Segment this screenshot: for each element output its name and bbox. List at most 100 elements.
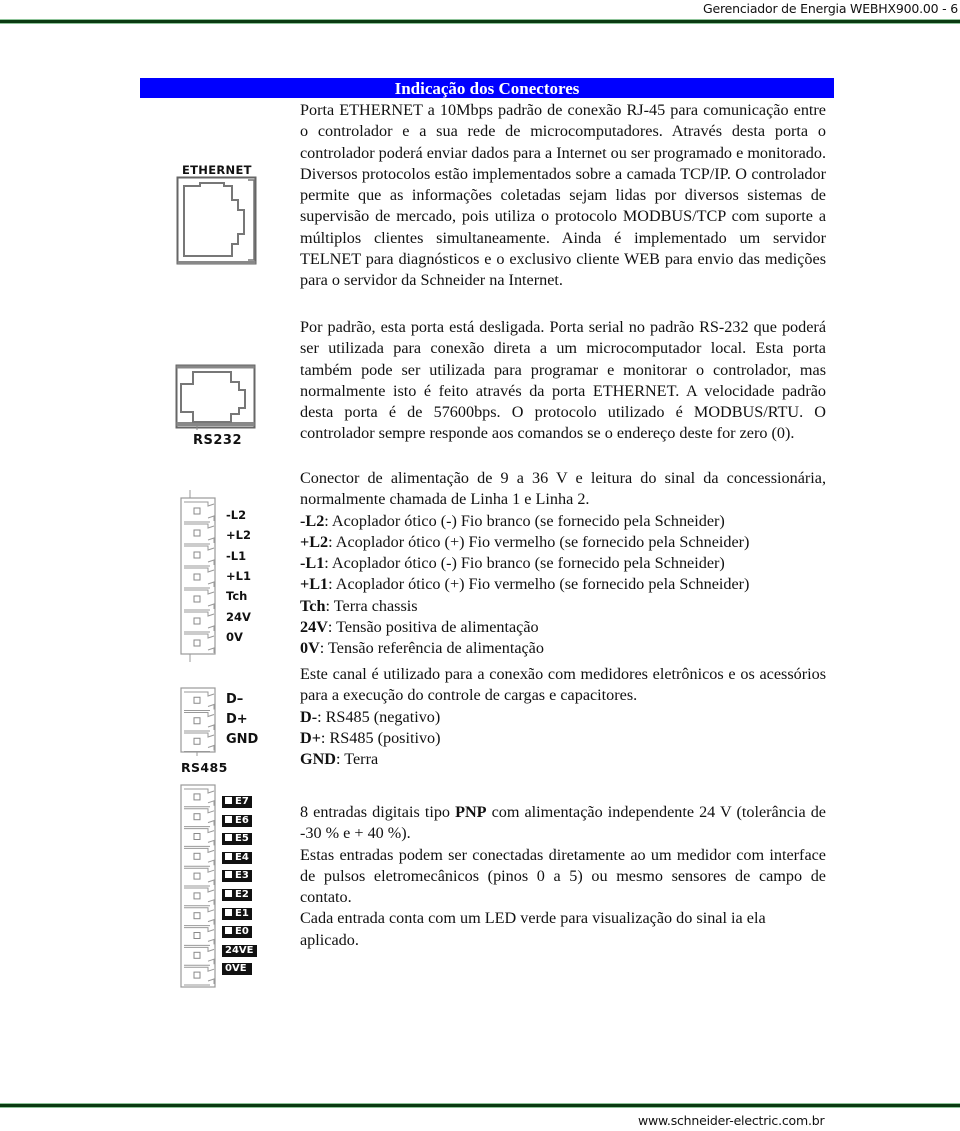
text-span: 8 entradas digitais tipo	[300, 803, 456, 821]
connector-pin-label: 24V	[226, 609, 251, 624]
screw-terminal	[193, 912, 201, 920]
screw-terminal	[193, 833, 201, 840]
led-indicator-icon	[225, 852, 232, 860]
screw-terminal	[193, 529, 201, 537]
connector-pin-label: 0V	[226, 629, 243, 644]
footer-url[interactable]: www.schneider-electric.com.br	[638, 1113, 825, 1128]
screw-terminal	[193, 617, 201, 625]
screw-terminal	[193, 813, 201, 821]
pin-row: +L1: Acoplador ótico (+) Fio vermelho (s…	[300, 574, 826, 595]
connector-pin-label: E7	[222, 796, 252, 808]
connector-pin-label: D–	[226, 692, 244, 707]
ethernet-paragraph: Porta ETHERNET a 10Mbps padrão de conexã…	[300, 101, 826, 290]
terminal-block-7-icon	[180, 490, 216, 662]
pin-name: D-	[300, 707, 318, 726]
pnp-bold: PNP	[455, 803, 487, 821]
connector-pin-label: E2	[222, 889, 252, 901]
pin-row: +L2: Acoplador ótico (+) Fio vermelho (s…	[300, 532, 826, 553]
ethernet-default-off: Por padrão, esta porta está desligada.	[300, 318, 545, 336]
rs232-port-icon	[175, 364, 256, 430]
rs485-figure-title: RS485	[181, 760, 228, 775]
screw-terminal	[193, 639, 201, 647]
screw-terminal	[193, 551, 201, 559]
ethernet-figure-label: ETHERNET	[182, 163, 252, 177]
pin-desc: : Acoplador ótico (+) Fio vermelho (se f…	[328, 532, 750, 551]
led-indicator-icon	[225, 908, 232, 916]
pin-row: GND: Terra	[300, 749, 826, 770]
rs232-paragraph: Por padrão, esta porta está desligada. P…	[300, 317, 826, 445]
connector-pin-label: E4	[222, 851, 252, 864]
digital-inputs-para2: Estas entradas podem ser conectadas dire…	[300, 845, 826, 907]
power-description: Conector de alimentação de 9 a 36 V e le…	[300, 468, 826, 660]
connector-pin-label: +L1	[226, 568, 251, 583]
pin-name: 24V	[300, 618, 328, 637]
pin-name: -L2	[300, 511, 325, 530]
pin-desc: : Acoplador ótico (-) Fio branco (se for…	[324, 511, 725, 530]
digital-inputs-para1: 8 entradas digitais tipo PNP com aliment…	[300, 802, 826, 845]
connector-pin-label: -L1	[226, 548, 247, 563]
connector-pin-label: E6	[222, 814, 252, 827]
connector-pin-label: E5	[222, 833, 252, 846]
pin-row: -L2: Acoplador ótico (-) Fio branco (se …	[300, 511, 826, 532]
screw-terminal	[193, 595, 201, 603]
led-indicator-icon	[225, 871, 232, 879]
ethernet-connector-figure: ETHERNET	[176, 160, 260, 270]
pin-row: 24V: Tensão positiva de alimentação	[300, 617, 826, 638]
pin-desc: : RS485 (positivo)	[320, 728, 441, 747]
led-indicator-icon	[225, 927, 232, 935]
rj45-port-icon	[176, 176, 257, 265]
screw-terminal	[193, 696, 201, 704]
rs232-connector-figure: RS232	[175, 364, 259, 450]
pin-desc: : Tensão positiva de alimentação	[327, 618, 539, 637]
digital-inputs-para3: Cada entrada conta com um LED verde para…	[300, 909, 766, 949]
pin-name: 0V	[300, 639, 320, 658]
screw-terminal	[193, 793, 201, 801]
connector-pin-label: +L2	[226, 528, 251, 543]
terminal-block-3-icon	[180, 687, 216, 756]
screw-terminal	[193, 872, 201, 880]
screw-terminal	[193, 717, 201, 725]
connector-pin-label: E1	[222, 907, 252, 920]
ethernet-description: Porta ETHERNET a 10Mbps padrão de conexã…	[300, 100, 826, 292]
pin-row: 0V: Tensão referência de alimentação	[300, 638, 826, 659]
digital-inputs-figure: E7 E6 E5 E4 E3 E2 E1 E0 24VE 0VE	[180, 784, 280, 990]
rs232-text: Porta serial no padrão RS-232 que poderá…	[300, 318, 827, 443]
terminal-block-10-icon	[180, 784, 216, 988]
pin-desc: : Acoplador ótico (+) Fio vermelho (se f…	[328, 575, 750, 594]
pin-desc: : Terra chassis	[325, 596, 418, 615]
rs485-description: Este canal é utilizado para a conexão co…	[300, 664, 826, 770]
led-indicator-icon	[225, 890, 232, 897]
connector-pin-label: Tch	[226, 589, 248, 604]
power-intro: Conector de alimentação de 9 a 36 V e le…	[300, 469, 826, 509]
screw-terminal	[193, 951, 201, 959]
power-connector-figure: -L2 +L2 -L1 +L1 Tch 24V 0V	[180, 490, 270, 662]
pin-name: +L2	[300, 532, 329, 551]
connector-pin-label: E0	[222, 926, 252, 939]
connector-pin-label: -L2	[226, 508, 247, 522]
pin-row: Tch: Terra chassis	[300, 596, 826, 617]
rs232-description: Por padrão, esta porta está desligada. P…	[300, 317, 826, 445]
pin-desc: : RS485 (negativo)	[317, 707, 441, 726]
pin-name: GND	[300, 750, 336, 769]
pin-name: Tch	[300, 596, 326, 615]
digital-inputs-description: 8 entradas digitais tipo PNP com aliment…	[300, 802, 826, 951]
pin-name: +L1	[300, 575, 329, 594]
rs232-figure-label: RS232	[193, 433, 243, 448]
header-rule	[0, 20, 960, 23]
screw-terminal	[193, 892, 201, 900]
rs485-connector-figure: D– D+ GND RS485	[180, 686, 270, 778]
screw-terminal	[193, 507, 201, 515]
connector-pin-label: 0VE	[222, 963, 252, 976]
pin-row: -L1: Acoplador ótico (-) Fio branco (se …	[300, 553, 826, 574]
pin-row: D+: RS485 (positivo)	[300, 728, 826, 749]
connector-pin-label: 24VE	[222, 944, 257, 957]
pin-row: D-: RS485 (negativo)	[300, 707, 826, 728]
screw-terminal	[193, 852, 201, 860]
connector-pin-label: D+	[226, 712, 248, 727]
led-indicator-icon	[225, 797, 232, 804]
pin-desc: : Acoplador ótico (-) Fio branco (se for…	[324, 554, 725, 573]
page-header-title: Gerenciador de Energia WEBHX900.00 - 6	[703, 1, 958, 16]
power-pin-list: -L2: Acoplador ótico (-) Fio branco (se …	[300, 511, 826, 660]
rs485-intro: Este canal é utilizado para a conexão co…	[300, 665, 826, 705]
pin-name: D+	[300, 728, 321, 747]
